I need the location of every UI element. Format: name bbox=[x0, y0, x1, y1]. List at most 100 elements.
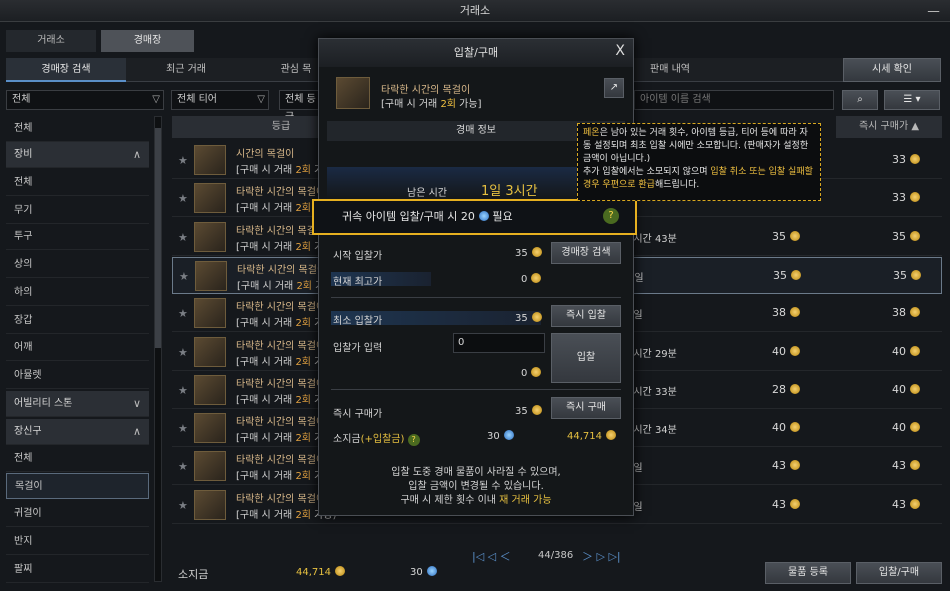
bid-amount-input[interactable]: 0 bbox=[453, 333, 545, 353]
sidebar-item[interactable]: 팔찌 bbox=[6, 557, 149, 583]
search-button[interactable]: ⌕ bbox=[842, 90, 878, 110]
instant-buy-label: 즉시 구매가 bbox=[333, 409, 383, 420]
sidebar-item[interactable]: 반지 bbox=[6, 529, 149, 555]
help-icon[interactable]: ? bbox=[603, 208, 619, 224]
category-select[interactable]: 전체 ▽ bbox=[6, 90, 164, 110]
sidebar-item[interactable]: 하의 bbox=[6, 280, 149, 306]
item-icon bbox=[194, 451, 226, 482]
remain-time: 1일 3시간 bbox=[481, 184, 538, 199]
item-trade-info: [구매 시 거래 2회 가 bbox=[236, 165, 323, 176]
nav-auction-search[interactable]: 경매장 검색 bbox=[6, 58, 126, 82]
close-icon[interactable]: X bbox=[615, 43, 625, 59]
star-icon[interactable]: ★ bbox=[178, 307, 188, 320]
star-icon[interactable]: ★ bbox=[178, 384, 188, 397]
item-trade-info: [구매 시 거래 2회 가 bbox=[236, 394, 323, 406]
phoenix-gem-icon bbox=[478, 211, 489, 221]
sidebar-item[interactable]: 아뮬렛 bbox=[6, 363, 149, 389]
item-icon bbox=[194, 145, 226, 175]
remaining-time: 0시간 33분 bbox=[627, 386, 677, 398]
sidebar-item[interactable]: 전체 bbox=[6, 116, 149, 142]
instant-buy-button[interactable]: 즉시 구매 bbox=[551, 397, 621, 419]
tab-exchange[interactable]: 거래소 bbox=[6, 30, 96, 52]
gold-coin-icon bbox=[910, 307, 920, 318]
gold-coin-icon bbox=[606, 430, 616, 440]
sidebar-item-label: 어깨 bbox=[14, 342, 33, 353]
item-name: 타락한 시간의 목걸이 bbox=[236, 493, 326, 505]
minimize-button[interactable]: ㅡ bbox=[927, 2, 940, 22]
sidebar-item-label: 전체 bbox=[14, 123, 33, 134]
sidebar-item[interactable]: 상의 bbox=[6, 252, 149, 278]
star-icon[interactable]: ★ bbox=[178, 422, 188, 435]
auction-search-button[interactable]: 경매장 검색 bbox=[551, 242, 621, 264]
bid-price: 40 bbox=[772, 421, 800, 434]
item-name: 타락한 시간의 목걸이 bbox=[236, 417, 326, 429]
star-icon[interactable]: ★ bbox=[178, 192, 188, 205]
search-input[interactable]: 아이템 이름 검색 bbox=[634, 90, 834, 110]
gold-coin-icon bbox=[790, 498, 800, 509]
gold-coin-icon bbox=[910, 154, 920, 164]
sidebar-item-label: 전체 bbox=[14, 177, 33, 188]
star-icon[interactable]: ★ bbox=[178, 231, 188, 244]
nav-sales-history[interactable]: 판매 내역 bbox=[620, 58, 720, 82]
instant-buy-value: 35 bbox=[515, 405, 542, 417]
buy-price: 40 bbox=[892, 383, 920, 396]
sidebar-item[interactable]: 어빌리티 스톤 ∨ bbox=[6, 391, 149, 417]
star-icon[interactable]: ★ bbox=[178, 154, 188, 167]
help-icon[interactable]: ? bbox=[407, 434, 420, 446]
header-instant-buy[interactable]: 즉시 구매가 ▲ bbox=[836, 116, 942, 138]
item-icon bbox=[194, 374, 226, 405]
price-check-button[interactable]: 시세 확인 bbox=[843, 58, 941, 82]
dialog-title: 입찰/구매 bbox=[319, 39, 633, 67]
star-icon[interactable]: ★ bbox=[178, 346, 188, 359]
filter-button[interactable]: ☰ ▾ bbox=[884, 90, 940, 110]
chevron-down-icon: ∨ bbox=[132, 397, 141, 410]
sidebar-item[interactable]: 장갑 bbox=[6, 308, 149, 334]
item-trade-info: [구매 시 거래 2회 가 bbox=[236, 471, 323, 483]
gold-coin-icon bbox=[790, 460, 800, 471]
window-title: 거래소 bbox=[0, 0, 950, 22]
star-icon[interactable]: ★ bbox=[179, 270, 189, 283]
sidebar-item[interactable]: 어깨 bbox=[6, 335, 149, 361]
gold-coin-icon bbox=[790, 307, 800, 318]
gold-coin-icon bbox=[911, 269, 921, 280]
bid-buy-dialog: 입찰/구매 X 타락한 시간의 목걸이 [구매 시 거래 2회 가능] ↗ 경매… bbox=[318, 38, 634, 516]
item-name: 타락한 시간의 목걸이 bbox=[236, 340, 326, 352]
scrollbar-thumb[interactable] bbox=[155, 128, 161, 348]
star-icon[interactable]: ★ bbox=[178, 499, 188, 512]
sidebar-item[interactable]: 장비 ∧ bbox=[6, 142, 149, 168]
gold-coin-icon bbox=[791, 269, 801, 280]
bid-price: 43 bbox=[772, 459, 800, 472]
bid-price: 35 bbox=[773, 269, 801, 282]
bid-buy-button[interactable]: 입찰/구매 bbox=[856, 562, 942, 584]
register-item-button[interactable]: 물품 등록 bbox=[765, 562, 851, 584]
nav-recent-trades[interactable]: 최근 거래 bbox=[126, 58, 246, 82]
dialog-money-label: 소지금(+입찰금) ? bbox=[333, 430, 420, 446]
nav-interest[interactable]: 관심 목 bbox=[266, 58, 326, 82]
item-icon bbox=[194, 336, 226, 367]
star-icon[interactable]: ★ bbox=[178, 460, 188, 473]
sidebar-item[interactable]: 전체 bbox=[6, 170, 149, 196]
instant-bid-button[interactable]: 즉시 입찰 bbox=[551, 305, 621, 327]
bid-price: 40 bbox=[772, 345, 800, 358]
sidebar-item[interactable]: 무기 bbox=[6, 198, 149, 224]
tab-auction[interactable]: 경매장 bbox=[101, 30, 194, 52]
sidebar-item[interactable]: 장신구 ∧ bbox=[6, 419, 149, 445]
grade-select[interactable]: 전체 등급 bbox=[279, 90, 319, 123]
bid-button[interactable]: 입찰 bbox=[551, 333, 621, 383]
price-chart-icon[interactable]: ↗ bbox=[604, 78, 624, 98]
tier-select[interactable]: 전체 티어 ▽ bbox=[171, 90, 269, 110]
gold-coin-icon bbox=[910, 345, 920, 356]
gold-coin-icon bbox=[531, 312, 542, 322]
pager-first-prev[interactable]: |◁ ◁ ＜ bbox=[472, 548, 511, 564]
sidebar-item[interactable]: 전체 bbox=[6, 446, 149, 472]
sidebar-item[interactable]: 귀걸이 bbox=[6, 501, 149, 527]
sidebar-item[interactable]: 투구 bbox=[6, 224, 149, 250]
remaining-time: 9시간 29분 bbox=[627, 348, 677, 360]
buy-price: 35 bbox=[892, 230, 920, 243]
current-bid-value: 0 bbox=[521, 273, 542, 285]
bid-price: 28 bbox=[772, 383, 800, 396]
gold-coin-icon bbox=[790, 230, 800, 241]
bid-price: 35 bbox=[772, 230, 800, 243]
sidebar-item[interactable]: 목걸이 bbox=[6, 473, 149, 499]
pager-next-last[interactable]: ＞ ▷ ▷| bbox=[582, 548, 621, 564]
